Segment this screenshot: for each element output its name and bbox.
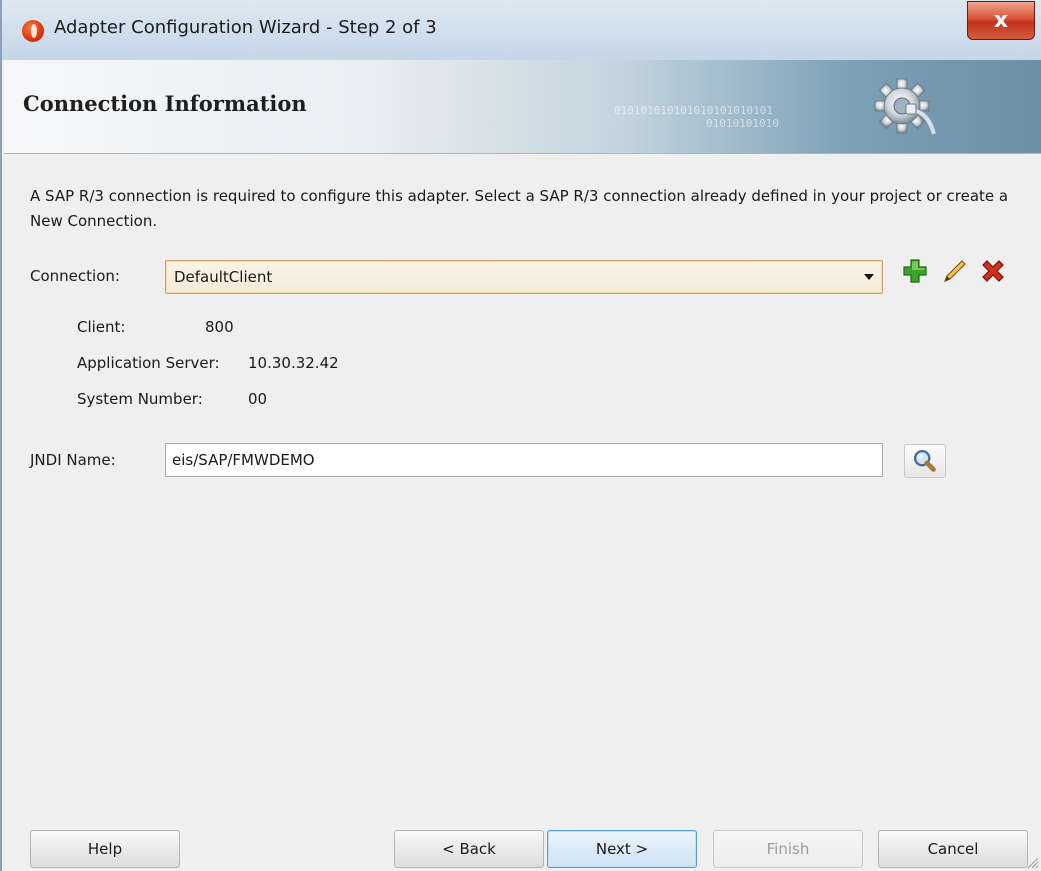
description-text: A SAP R/3 connection is required to conf… <box>30 187 1009 230</box>
next-button-label: Next > <box>595 840 649 858</box>
system-number-label: System Number: <box>77 390 203 408</box>
help-button[interactable]: Help <box>30 830 180 868</box>
close-button[interactable]: x <box>967 1 1035 40</box>
jndi-name-label: JNDI Name: <box>30 451 116 469</box>
magnifier-icon <box>913 449 936 472</box>
window-title: Adapter Configuration Wizard - Step 2 of… <box>54 17 437 38</box>
wizard-window: Adapter Configuration Wizard - Step 2 of… <box>0 0 1041 871</box>
add-plus-icon[interactable] <box>902 258 928 284</box>
gear-plug-icon <box>874 78 936 135</box>
back-button-label: < Back <box>442 840 496 858</box>
banner-binary-decoration: 010101010101010101010101 01010101010 <box>614 104 779 130</box>
app-icon <box>22 20 44 42</box>
banner-binary-line-1: 010101010101010101010101 <box>614 104 773 117</box>
banner-binary-line-2: 01010101010 <box>706 117 779 130</box>
app-server-value: 10.30.32.42 <box>248 354 339 372</box>
jndi-browse-button[interactable] <box>904 444 946 478</box>
connection-select-value: DefaultClient <box>174 268 273 286</box>
app-server-label: Application Server: <box>77 354 220 372</box>
page-title: Connection Information <box>23 91 307 116</box>
header-banner: Connection Information 01010101010101010… <box>4 60 1041 154</box>
chevron-down-icon[interactable] <box>864 274 874 280</box>
edit-pencil-icon[interactable] <box>942 258 968 284</box>
cancel-button-label: Cancel <box>927 840 979 858</box>
system-number-value: 00 <box>248 390 268 408</box>
jndi-name-input[interactable] <box>165 443 883 477</box>
back-button[interactable]: < Back <box>394 830 544 868</box>
client-label: Client: <box>77 318 126 336</box>
finish-button[interactable]: Finish <box>713 830 863 868</box>
finish-button-label: Finish <box>766 840 810 858</box>
help-button-label: Help <box>87 840 123 858</box>
connection-select[interactable]: DefaultClient <box>165 260 883 294</box>
resize-grip-icon[interactable] <box>1025 855 1039 869</box>
client-value: 800 <box>205 318 234 336</box>
delete-x-icon[interactable] <box>980 258 1006 284</box>
cancel-button[interactable]: Cancel <box>878 830 1028 868</box>
next-button[interactable]: Next > <box>547 830 697 868</box>
title-bar[interactable]: Adapter Configuration Wizard - Step 2 of… <box>2 0 1041 60</box>
connection-label: Connection: <box>30 267 120 285</box>
